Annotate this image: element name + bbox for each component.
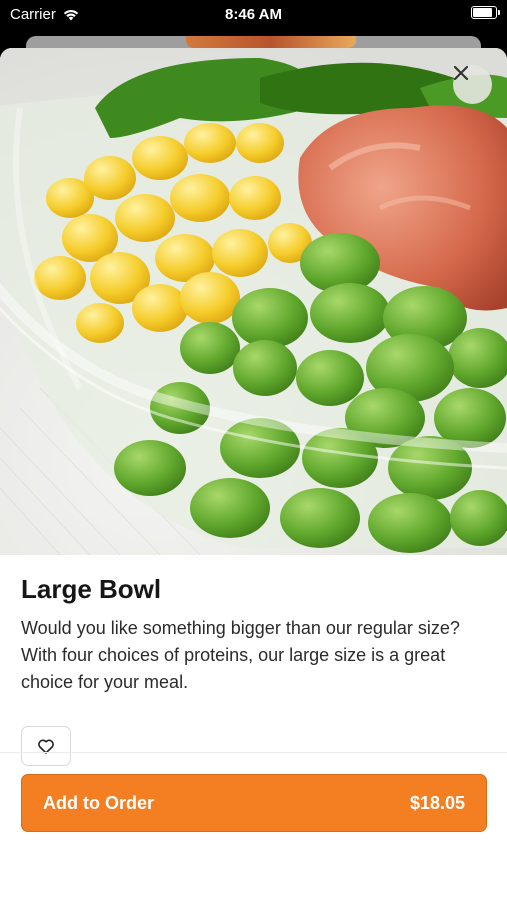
- status-bar: Carrier 8:46 AM: [0, 0, 507, 34]
- battery-icon: [471, 6, 500, 19]
- order-price: $18.05: [409, 792, 465, 813]
- item-description: Would you like something bigger than our…: [21, 618, 460, 692]
- add-to-order-label: Add to Order: [43, 792, 154, 813]
- add-to-order-button[interactable]: Add to Order $18.05: [21, 774, 487, 832]
- close-button[interactable]: [453, 65, 492, 104]
- item-info: Large Bowl Would you like something bigg…: [0, 555, 507, 766]
- item-title: Large Bowl: [21, 574, 162, 604]
- item-photo: [0, 48, 507, 555]
- close-icon: [453, 65, 469, 81]
- footer-divider: [0, 752, 507, 753]
- salad-bowl-illustration: [0, 48, 507, 555]
- clock: 8:46 AM: [225, 6, 282, 23]
- favorite-button[interactable]: [21, 726, 71, 766]
- item-detail-sheet: Large Bowl Would you like something bigg…: [0, 48, 507, 900]
